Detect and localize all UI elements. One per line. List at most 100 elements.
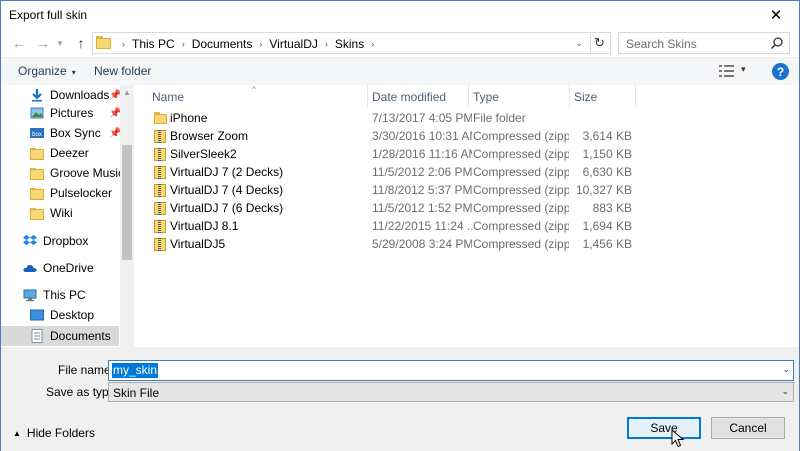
pictures-icon — [30, 107, 44, 119]
sidebar-item-this-pc[interactable]: This PC — [1, 285, 119, 305]
help-button[interactable]: ? — [772, 63, 789, 80]
file-row[interactable]: VirtualDJ 7 (4 Decks) 11/8/2012 5:37 PM … — [148, 181, 768, 199]
forward-button[interactable]: → — [33, 33, 53, 53]
sidebar-item-documents[interactable]: Documents — [1, 326, 119, 346]
folder-icon — [154, 112, 167, 125]
sidebar-item-onedrive[interactable]: OneDrive — [1, 258, 119, 278]
sidebar-item-desktop[interactable]: Desktop — [1, 305, 119, 325]
view-list-icon — [719, 65, 734, 77]
breadcrumb-separator[interactable]: › — [259, 39, 262, 49]
sidebar-item-pictures[interactable]: Pictures 📌 — [1, 103, 121, 123]
zip-file-icon — [154, 184, 166, 197]
navigation-bar: ← → ▾ ↑ › This PC › Documents › VirtualD… — [1, 29, 799, 57]
sidebar-item-label: Wiki — [50, 206, 73, 220]
file-date: 11/8/2012 5:37 PM — [372, 183, 472, 197]
chevron-down-icon: ▾ — [71, 68, 76, 77]
save-as-type-select[interactable]: Skin File ⌄ — [108, 382, 794, 402]
folder-icon — [30, 208, 44, 220]
breadcrumb-virtualdj[interactable]: VirtualDJ — [269, 37, 317, 51]
sidebar-item-wiki[interactable]: Wiki — [1, 203, 119, 223]
chevron-down-icon[interactable]: ⌄ — [781, 386, 789, 397]
address-bar[interactable]: › This PC › Documents › VirtualDJ › Skin… — [92, 32, 611, 54]
close-button[interactable]: ✕ — [753, 1, 799, 29]
sidebar-item-label: Pulselocker — [50, 186, 113, 200]
hide-folders-button[interactable]: ▲ Hide Folders — [13, 426, 95, 440]
column-header-type[interactable]: Type — [469, 85, 570, 107]
file-row[interactable]: iPhone 7/13/2017 4:05 PM File folder — [148, 109, 768, 127]
address-dropdown-icon[interactable]: ⌄ — [571, 35, 587, 51]
folder-icon — [96, 36, 112, 50]
file-size: 3,614 KB — [582, 129, 632, 143]
sidebar-item-label: Downloads — [50, 88, 110, 102]
search-icon[interactable] — [770, 36, 784, 50]
navigation-pane-scrollbar[interactable]: ▲ — [120, 85, 134, 347]
cloud-icon — [23, 264, 37, 272]
save-as-type-value: Skin File — [113, 386, 160, 400]
dropbox-icon — [23, 235, 37, 245]
file-name-value[interactable]: my_skin — [112, 363, 159, 378]
file-row[interactable]: VirtualDJ 7 (6 Decks) 11/5/2012 1:52 PM … — [148, 199, 768, 217]
sidebar-item-pulselocker[interactable]: Pulselocker — [1, 183, 119, 203]
chevron-down-icon[interactable]: ⌄ — [782, 364, 790, 375]
zip-file-icon — [154, 238, 166, 251]
sidebar-item-label: Pictures — [50, 106, 94, 120]
file-date: 11/22/2015 11:24 ... — [372, 219, 472, 233]
sidebar-item-label: OneDrive — [43, 261, 94, 275]
cancel-button[interactable]: Cancel — [711, 417, 785, 439]
breadcrumb-separator[interactable]: › — [182, 39, 185, 49]
search-input[interactable]: Search Skins — [618, 32, 790, 54]
up-button[interactable]: ↑ — [71, 33, 91, 53]
sidebar-item-label: Dropbox — [43, 234, 89, 248]
organize-button[interactable]: Organize ▾ — [18, 64, 76, 78]
file-size: 1,456 KB — [582, 237, 632, 251]
sidebar-item-dropbox[interactable]: Dropbox — [1, 231, 119, 251]
scroll-up-icon[interactable]: ▲ — [120, 85, 134, 99]
recent-locations-button[interactable]: ▾ — [53, 33, 67, 53]
column-header-date[interactable]: Date modified — [368, 85, 469, 107]
file-name: VirtualDJ 8.1 — [170, 219, 239, 233]
back-button[interactable]: ← — [9, 33, 29, 53]
folder-icon — [30, 188, 44, 200]
command-bar: Organize ▾ New folder ▾ ? — [1, 57, 799, 85]
file-size: 883 KB — [592, 201, 632, 215]
file-type: File folder — [473, 111, 526, 125]
sidebar-item-label: Desktop — [50, 308, 95, 322]
change-view-button[interactable]: ▾ — [719, 64, 751, 80]
file-row[interactable]: VirtualDJ 7 (2 Decks) 11/5/2012 2:06 PM … — [148, 163, 768, 181]
sidebar-item-label: Groove Music — [50, 166, 125, 180]
download-icon — [32, 89, 42, 102]
refresh-button[interactable]: ↻ — [590, 34, 608, 52]
scrollbar-thumb[interactable] — [122, 145, 132, 260]
breadcrumb-separator[interactable]: › — [122, 39, 125, 49]
sidebar-item-label: Documents — [50, 329, 111, 343]
file-row[interactable]: VirtualDJ 8.1 11/22/2015 11:24 ... Compr… — [148, 217, 768, 235]
file-size: 1,694 KB — [582, 219, 632, 233]
breadcrumb-documents[interactable]: Documents — [192, 37, 253, 51]
breadcrumb-skins[interactable]: Skins — [335, 37, 364, 51]
sidebar-item-box-sync[interactable]: box Box Sync 📌 — [1, 123, 121, 143]
sidebar-item-label: Box Sync — [50, 126, 101, 140]
breadcrumb-this-pc[interactable]: This PC — [132, 37, 175, 51]
chevron-up-icon: ▲ — [13, 428, 21, 438]
new-folder-button[interactable]: New folder — [94, 64, 151, 78]
file-type: Compressed (zipp... — [473, 201, 569, 215]
file-list: ^ Name Date modified Type Size iPhone 7/… — [134, 85, 799, 347]
breadcrumb: › This PC › Documents › VirtualDJ › Skin… — [115, 36, 381, 52]
sidebar-item-deezer[interactable]: Deezer — [1, 143, 119, 163]
sidebar-item-label: Deezer — [50, 146, 89, 160]
file-row[interactable]: Browser Zoom 3/30/2016 10:31 AM Compress… — [148, 127, 768, 145]
sidebar-item-label: This PC — [43, 288, 86, 302]
file-name-field[interactable]: my_skin ⌄ — [108, 360, 794, 381]
file-row[interactable]: SilverSleek2 1/28/2016 11:16 AM Compress… — [148, 145, 768, 163]
zip-file-icon — [154, 130, 166, 143]
column-header-size[interactable]: Size — [570, 85, 636, 107]
breadcrumb-separator[interactable]: › — [325, 39, 328, 49]
sidebar-item-downloads[interactable]: Downloads 📌 — [1, 85, 121, 105]
file-type: Compressed (zipp... — [473, 237, 569, 251]
save-button[interactable]: Save — [627, 417, 701, 439]
sidebar-item-groove-music[interactable]: Groove Music — [1, 163, 124, 183]
documents-icon — [31, 329, 43, 343]
breadcrumb-separator[interactable]: › — [371, 39, 374, 49]
file-row[interactable]: VirtualDJ5 5/29/2008 3:24 PM Compressed … — [148, 235, 768, 253]
column-header-name[interactable]: Name — [148, 85, 368, 107]
